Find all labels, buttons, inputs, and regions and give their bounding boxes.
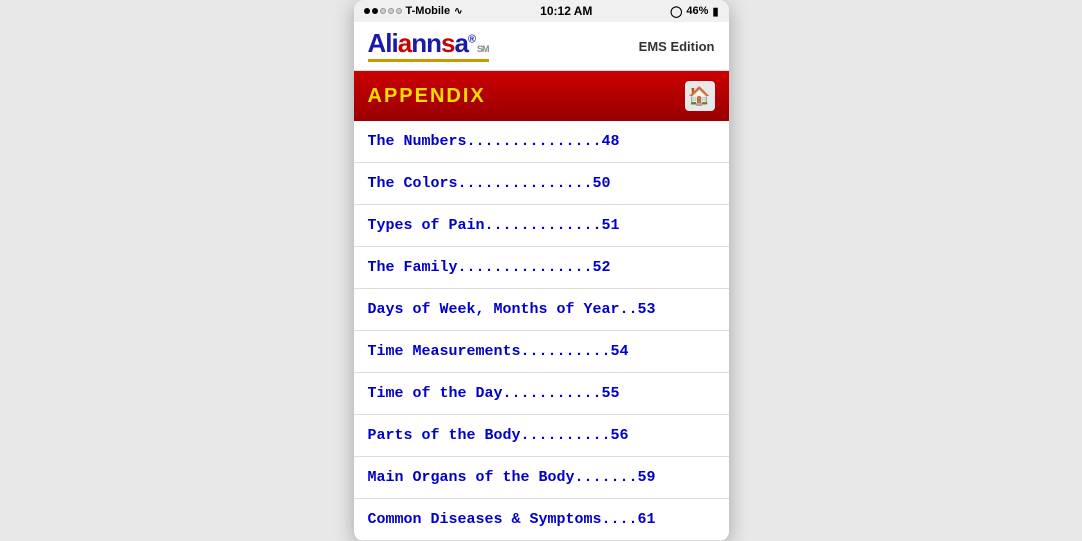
status-bar: T-Mobile ∿ 10:12 AM ◯ 46% ▮ — [354, 0, 729, 22]
toc-item[interactable]: Time Measurements..........54 — [354, 331, 729, 373]
toc-item[interactable]: Time of the Day...........55 — [354, 373, 729, 415]
appendix-title: APPENDIX — [368, 85, 486, 108]
logo-wordmark: Aliannsa®SM — [368, 28, 489, 58]
battery-icon: ▮ — [712, 5, 718, 18]
status-left: T-Mobile ∿ — [364, 5, 463, 17]
status-right: ◯ 46% ▮ — [670, 5, 718, 18]
toc-item[interactable]: Days of Week, Months of Year..53 — [354, 289, 729, 331]
appendix-header: APPENDIX 🏠 — [354, 71, 729, 121]
logo-underline — [368, 59, 489, 62]
toc-item[interactable]: The Numbers...............48 — [354, 121, 729, 163]
toc-item[interactable]: Parts of the Body..........56 — [354, 415, 729, 457]
home-button[interactable]: 🏠 — [685, 81, 715, 111]
battery-percent: 46% — [686, 5, 708, 17]
toc-item[interactable]: Main Organs of the Body.......59 — [354, 457, 729, 499]
signal-indicator — [364, 8, 402, 14]
toc-item[interactable]: Common Diseases & Symptoms....61 — [354, 499, 729, 541]
carrier-name: T-Mobile — [406, 5, 451, 17]
home-icon: 🏠 — [688, 86, 710, 107]
sm-mark: SM — [477, 44, 489, 54]
toc-item[interactable]: The Family...............52 — [354, 247, 729, 289]
registered-mark: ® — [468, 33, 475, 45]
toc-item[interactable]: Types of Pain.............51 — [354, 205, 729, 247]
phone-frame: T-Mobile ∿ 10:12 AM ◯ 46% ▮ Aliannsa®SM … — [354, 0, 729, 541]
toc-item[interactable]: The Colors...............50 — [354, 163, 729, 205]
toc-list: The Numbers...............48The Colors..… — [354, 121, 729, 541]
wifi-icon: ∿ — [454, 6, 462, 17]
logo-container: Aliannsa®SM — [368, 30, 489, 62]
logo-text: Aliannsa®SM — [368, 30, 489, 57]
status-time: 10:12 AM — [540, 4, 592, 18]
app-header: Aliannsa®SM EMS Edition — [354, 22, 729, 71]
ems-edition-label: EMS Edition — [639, 39, 715, 54]
battery-level: ◯ — [670, 5, 682, 18]
